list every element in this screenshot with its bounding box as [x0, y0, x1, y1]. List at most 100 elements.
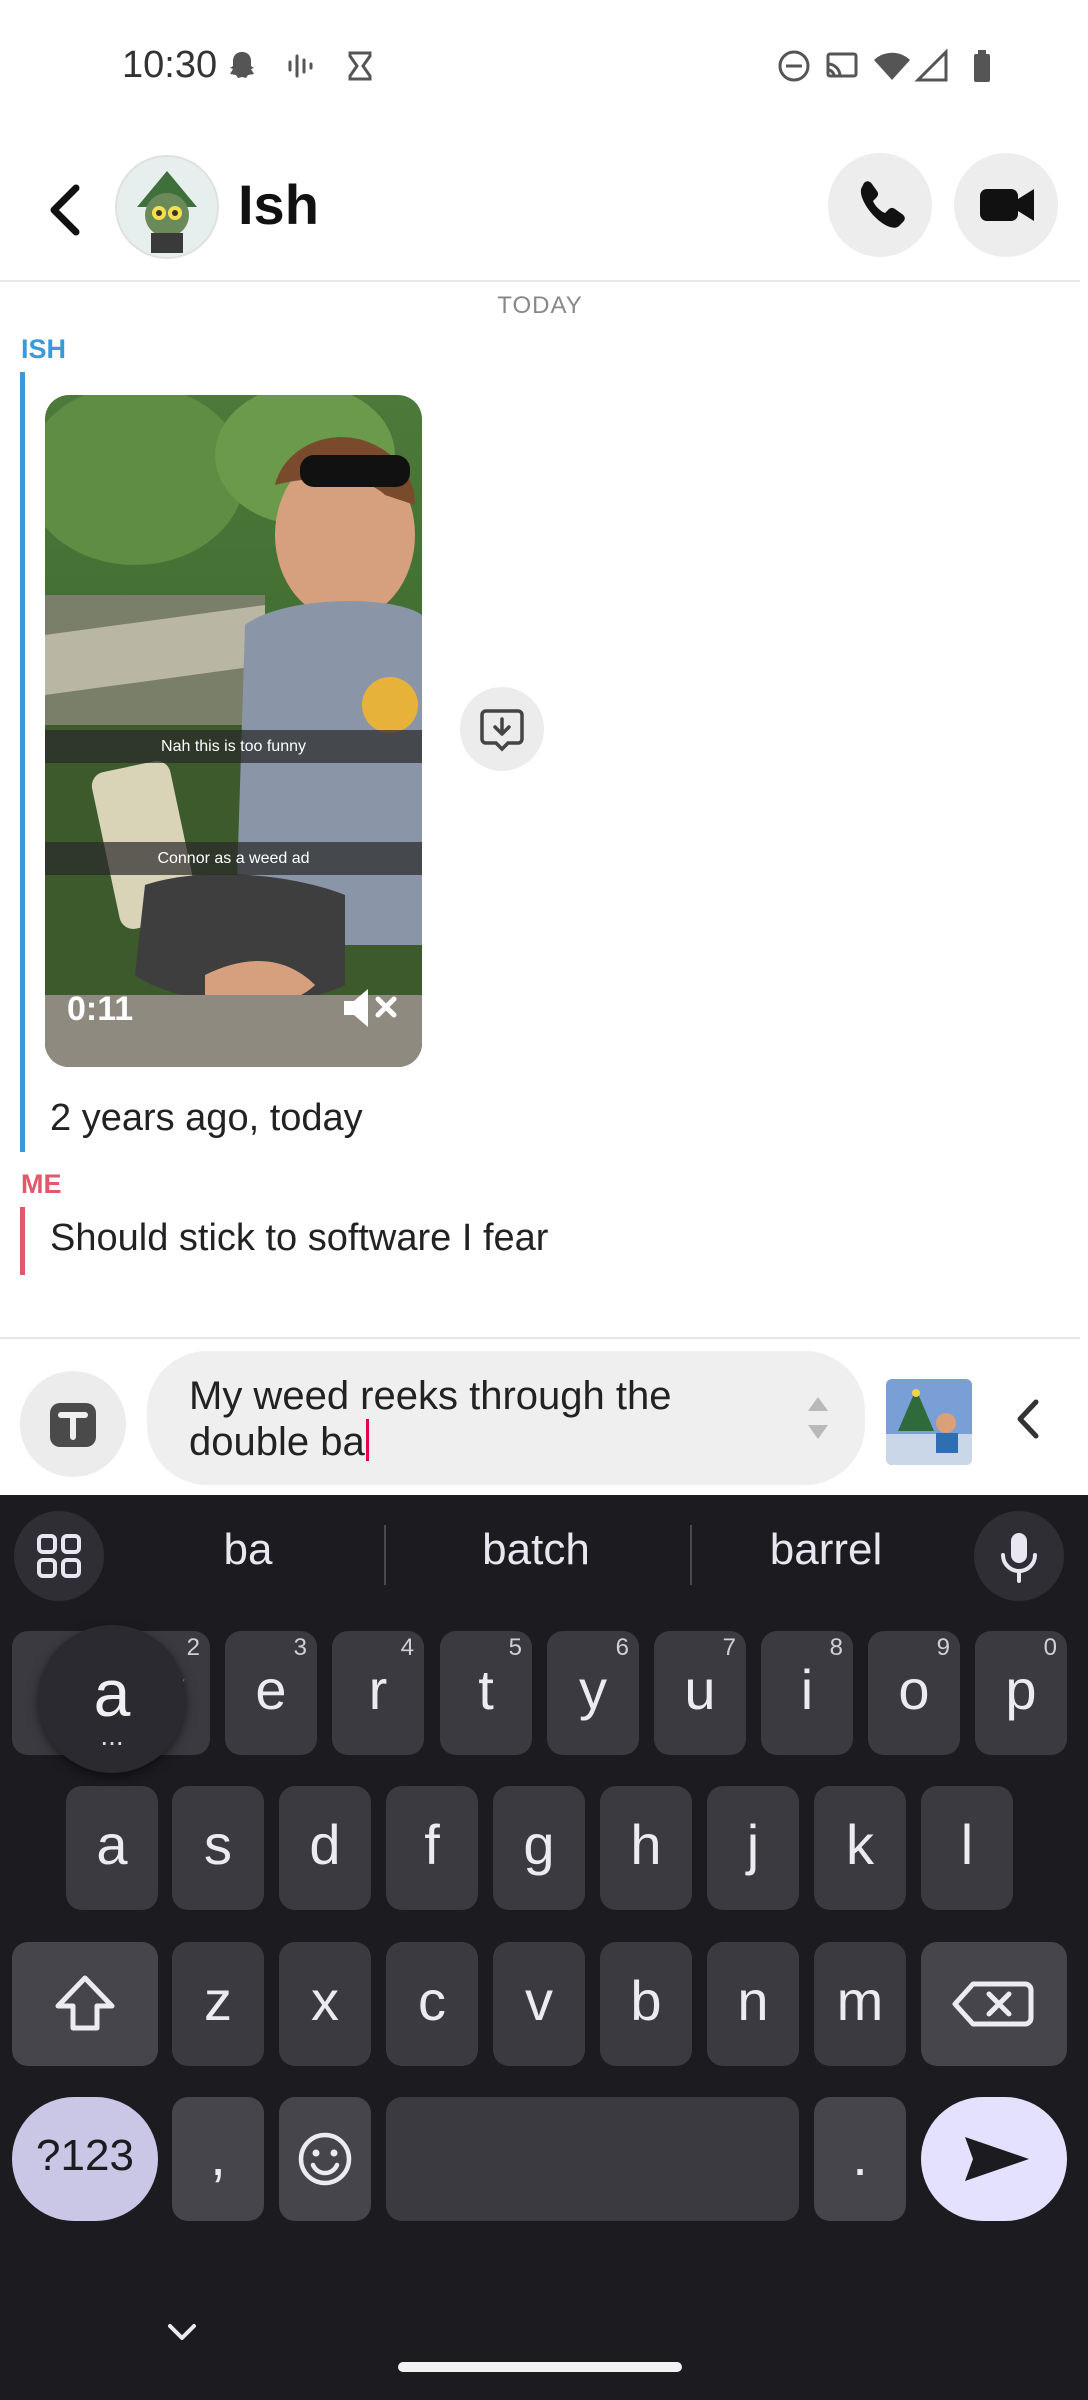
key-r[interactable]: 4r: [332, 1631, 424, 1755]
suggestion-1[interactable]: ba: [118, 1525, 378, 1575]
bitmoji-sticker-button[interactable]: [886, 1379, 972, 1465]
key-f[interactable]: f: [386, 1786, 478, 1910]
battery-icon: [974, 50, 990, 82]
back-chevron-icon[interactable]: [40, 180, 90, 240]
key-w-hint: 2: [186, 1634, 200, 1661]
key-b[interactable]: b: [600, 1942, 692, 2066]
message-text-me[interactable]: Should stick to software I fear: [50, 1217, 548, 1260]
comma-key[interactable]: ,: [172, 2097, 264, 2221]
emoji-key[interactable]: [279, 2097, 371, 2221]
key-e[interactable]: 3e: [225, 1631, 317, 1755]
date-separator: TODAY: [497, 292, 583, 319]
message-input[interactable]: My weed reeks through the double ba: [147, 1351, 865, 1485]
caption-bar-2: Connor as a weed ad: [45, 842, 422, 875]
key-h[interactable]: h: [600, 1786, 692, 1910]
key-j[interactable]: j: [707, 1786, 799, 1910]
avatar[interactable]: [115, 155, 219, 259]
expand-handle-icon[interactable]: [805, 1393, 831, 1443]
hide-keyboard-chevron-icon[interactable]: [162, 2318, 202, 2348]
video-camera-icon: [980, 189, 1034, 221]
status-bar: 10:30: [0, 0, 1088, 130]
suggestion-3[interactable]: barrel: [696, 1525, 956, 1575]
key-y-label: y: [579, 1658, 607, 1721]
key-t-hint: 5: [508, 1634, 522, 1661]
key-z[interactable]: z: [172, 1942, 264, 2066]
key-press-popup: a ...: [38, 1625, 186, 1773]
key-k[interactable]: k: [814, 1786, 906, 1910]
snapchat-ghost-icon: [230, 52, 254, 78]
key-t[interactable]: 5t: [440, 1631, 532, 1755]
key-a[interactable]: a: [66, 1786, 158, 1910]
hourglass-icon: [348, 51, 372, 81]
voice-input-button[interactable]: [974, 1511, 1064, 1601]
call-button[interactable]: [828, 153, 932, 257]
shift-arrow-icon: [55, 1975, 115, 2031]
backspace-key[interactable]: [921, 1942, 1067, 2066]
space-key[interactable]: [386, 2097, 799, 2221]
compose-bar: My weed reeks through the double ba: [0, 1337, 1080, 1497]
key-g[interactable]: g: [493, 1786, 585, 1910]
chat-header: Ish: [0, 130, 1080, 282]
key-p[interactable]: 0p: [975, 1631, 1067, 1755]
key-p-label: p: [1005, 1658, 1037, 1721]
key-m[interactable]: m: [814, 1942, 906, 2066]
sender-bar-ish: [20, 372, 25, 1152]
draft-text: My weed reeks through the double ba: [189, 1374, 672, 1464]
wifi-icon: [874, 52, 910, 80]
key-r-label: r: [368, 1658, 388, 1721]
suggestion-divider: [690, 1525, 692, 1585]
keyboard-apps-button[interactable]: [14, 1511, 104, 1601]
signal-icon: [914, 48, 948, 82]
suggestion-divider: [384, 1525, 386, 1585]
symbols-key[interactable]: ?123: [12, 2097, 158, 2221]
suggestion-2[interactable]: batch: [406, 1525, 666, 1575]
backspace-icon: [952, 1981, 1034, 2027]
key-y[interactable]: 6y: [547, 1631, 639, 1755]
emoji-smiley-icon: [298, 2132, 352, 2186]
caption-bar-1: Nah this is too funny: [45, 730, 422, 763]
contact-name[interactable]: Ish: [238, 172, 319, 237]
sender-label-me: ME: [21, 1169, 62, 1199]
send-arrow-icon: [965, 2137, 1029, 2181]
collapse-chevron-icon[interactable]: [1010, 1394, 1046, 1444]
key-i[interactable]: 8i: [761, 1631, 853, 1755]
voice-wave-icon: [288, 54, 313, 78]
key-s[interactable]: s: [172, 1786, 264, 1910]
key-o[interactable]: 9o: [868, 1631, 960, 1755]
video-duration: 0:11: [67, 990, 134, 1028]
sender-bar-me: [20, 1207, 25, 1275]
shift-key[interactable]: [12, 1942, 158, 2066]
volume-mute-icon[interactable]: [340, 983, 400, 1033]
period-key[interactable]: .: [814, 2097, 906, 2221]
key-u-hint: 7: [722, 1634, 736, 1661]
home-gesture-bar[interactable]: [398, 2362, 682, 2372]
message-text-ish[interactable]: 2 years ago, today: [50, 1097, 363, 1140]
text-caret: [365, 1419, 369, 1461]
key-n[interactable]: n: [707, 1942, 799, 2066]
message-input-text[interactable]: My weed reeks through the double ba: [189, 1373, 789, 1465]
video-snap[interactable]: Nah this is too funny Connor as a weed a…: [45, 395, 422, 1067]
phone-icon: [860, 181, 905, 228]
bitmoji-sticker-icon: [886, 1379, 972, 1465]
video-call-button[interactable]: [954, 153, 1058, 257]
key-c[interactable]: c: [386, 1942, 478, 2066]
key-popup-more-indicator: ...: [100, 1720, 124, 1751]
key-e-hint: 3: [293, 1634, 307, 1661]
key-l[interactable]: l: [921, 1786, 1013, 1910]
key-v[interactable]: v: [493, 1942, 585, 2066]
key-d[interactable]: d: [279, 1786, 371, 1910]
key-u[interactable]: 7u: [654, 1631, 746, 1755]
bitmoji-avatar-icon: [117, 157, 217, 257]
microphone-icon: [1001, 1533, 1037, 1583]
text-T-icon: [50, 1403, 96, 1447]
save-snap-button[interactable]: [460, 687, 544, 771]
chat-area[interactable]: TODAY ISH Nah this is too funny Connor a…: [0, 282, 1080, 1337]
key-i-hint: 8: [829, 1634, 843, 1661]
save-download-icon: [480, 709, 524, 752]
key-o-hint: 9: [936, 1634, 950, 1661]
key-u-label: u: [684, 1658, 716, 1721]
text-tool-button[interactable]: [20, 1371, 126, 1477]
status-time: 10:30: [122, 44, 218, 86]
key-x[interactable]: x: [279, 1942, 371, 2066]
send-key[interactable]: [921, 2097, 1067, 2221]
